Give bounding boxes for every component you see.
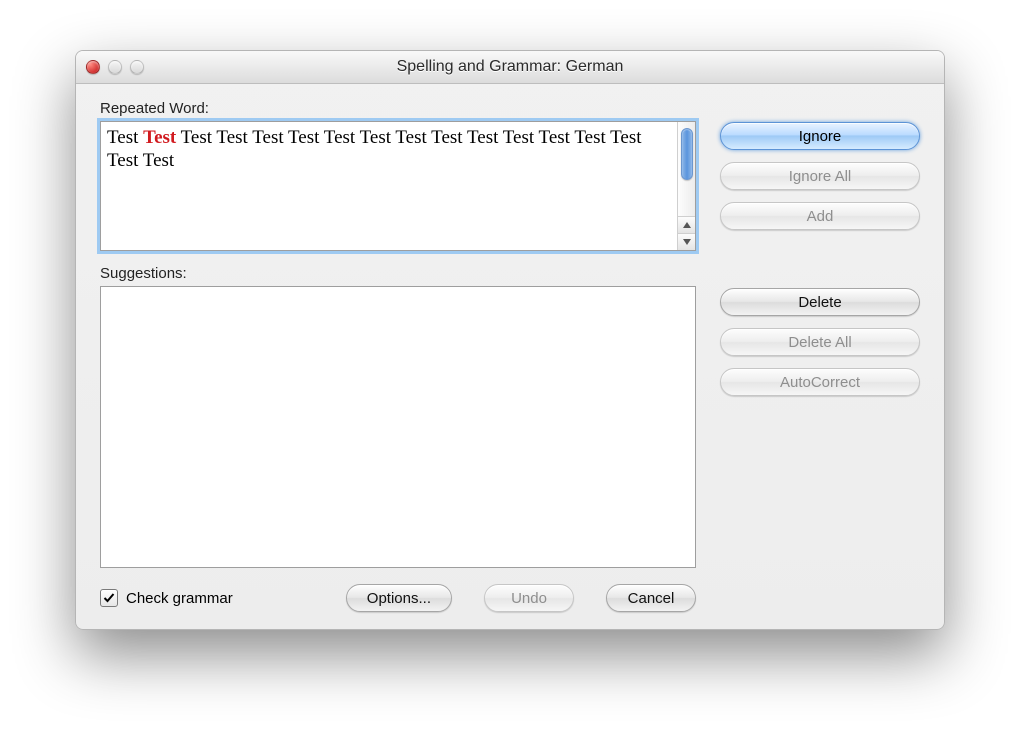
scrollbar-thumb[interactable] — [681, 128, 693, 180]
scroll-down-button[interactable] — [678, 233, 695, 250]
delete-all-button: Delete All — [720, 328, 920, 356]
delete-button[interactable]: Delete — [720, 288, 920, 316]
add-button: Add — [720, 202, 920, 230]
error-context-pane[interactable]: Test Test Test Test Test Test Test Test … — [100, 121, 696, 251]
undo-button: Undo — [484, 584, 574, 612]
context-before: Test — [107, 127, 143, 148]
cancel-button[interactable]: Cancel — [606, 584, 696, 612]
autocorrect-button: AutoCorrect — [720, 368, 920, 396]
window-zoom-button — [130, 60, 144, 74]
error-context-text[interactable]: Test Test Test Test Test Test Test Test … — [101, 122, 677, 250]
repeated-word-label: Repeated Word: — [100, 100, 696, 117]
checkbox-box[interactable] — [100, 589, 118, 607]
vertical-scrollbar[interactable] — [677, 122, 695, 250]
check-grammar-checkbox[interactable]: Check grammar — [100, 589, 233, 607]
context-after: Test Test Test Test Test Test Test Test … — [107, 127, 642, 171]
flagged-word: Test — [143, 127, 176, 148]
options-button[interactable]: Options... — [346, 584, 452, 612]
check-grammar-label: Check grammar — [126, 590, 233, 607]
spellcheck-dialog: Spelling and Grammar: German Repeated Wo… — [75, 50, 945, 630]
ignore-button[interactable]: Ignore — [720, 122, 920, 150]
window-minimize-button — [108, 60, 122, 74]
ignore-all-button: Ignore All — [720, 162, 920, 190]
window-title: Spelling and Grammar: German — [76, 58, 944, 76]
checkmark-icon — [103, 592, 115, 604]
window-close-button[interactable] — [86, 60, 100, 74]
scroll-up-button[interactable] — [678, 216, 695, 233]
suggestions-label: Suggestions: — [100, 265, 696, 282]
title-bar[interactable]: Spelling and Grammar: German — [76, 51, 944, 84]
suggestions-list[interactable] — [100, 286, 696, 568]
